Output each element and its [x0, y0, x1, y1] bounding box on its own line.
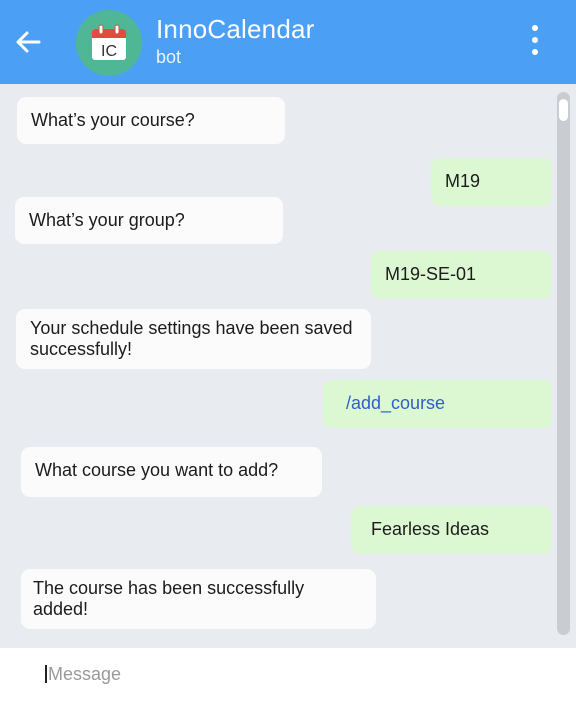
message-bubble-outgoing: M19-SE-01: [371, 251, 552, 299]
chat-app: IC InnoCalendar bot What’s your course? …: [0, 0, 576, 721]
scrollbar-thumb[interactable]: [559, 99, 568, 121]
text-caret: [45, 665, 47, 683]
message-list: What’s your course? M19 What’s your grou…: [0, 84, 576, 648]
calendar-icon: IC: [92, 24, 126, 60]
message-text: Your schedule settings have been saved s…: [30, 318, 353, 359]
chat-header: IC InnoCalendar bot: [0, 0, 576, 84]
message-bubble-incoming: The course has been successfully added!: [21, 569, 376, 629]
message-bubble-incoming: Your schedule settings have been saved s…: [16, 309, 371, 369]
message-bubble-outgoing: /add_course: [323, 380, 552, 428]
chat-subtitle: bot: [156, 47, 182, 67]
back-button[interactable]: [10, 24, 46, 60]
message-text: Fearless Ideas: [371, 519, 490, 539]
message-text: M19-SE-01: [385, 264, 477, 284]
message-bubble-incoming: What course you want to add?: [21, 447, 322, 497]
more-vertical-icon-dot: [532, 37, 538, 43]
more-vertical-icon-dot: [532, 49, 538, 55]
arrow-left-icon: [16, 31, 41, 53]
scrollbar[interactable]: [557, 92, 570, 635]
message-text: What’s your course?: [31, 110, 195, 130]
avatar[interactable]: IC: [76, 10, 142, 76]
message-text: What’s your group?: [29, 210, 185, 230]
message-bubble-outgoing: Fearless Ideas: [351, 506, 552, 554]
message-input[interactable]: [48, 660, 528, 688]
message-bubble-incoming: What’s your course?: [17, 97, 285, 144]
more-vertical-icon: [532, 25, 538, 31]
chat-title[interactable]: InnoCalendar: [156, 14, 315, 45]
message-text: What course you want to add?: [35, 460, 279, 480]
command-link[interactable]: /add_course: [346, 393, 445, 413]
message-bubble-incoming: What’s your group?: [15, 197, 283, 244]
message-bubble-outgoing: M19: [431, 158, 552, 206]
message-text: M19: [445, 171, 481, 191]
avatar-text: IC: [101, 43, 117, 60]
more-options-button[interactable]: [520, 20, 550, 60]
message-text: The course has been successfully added!: [33, 578, 305, 619]
